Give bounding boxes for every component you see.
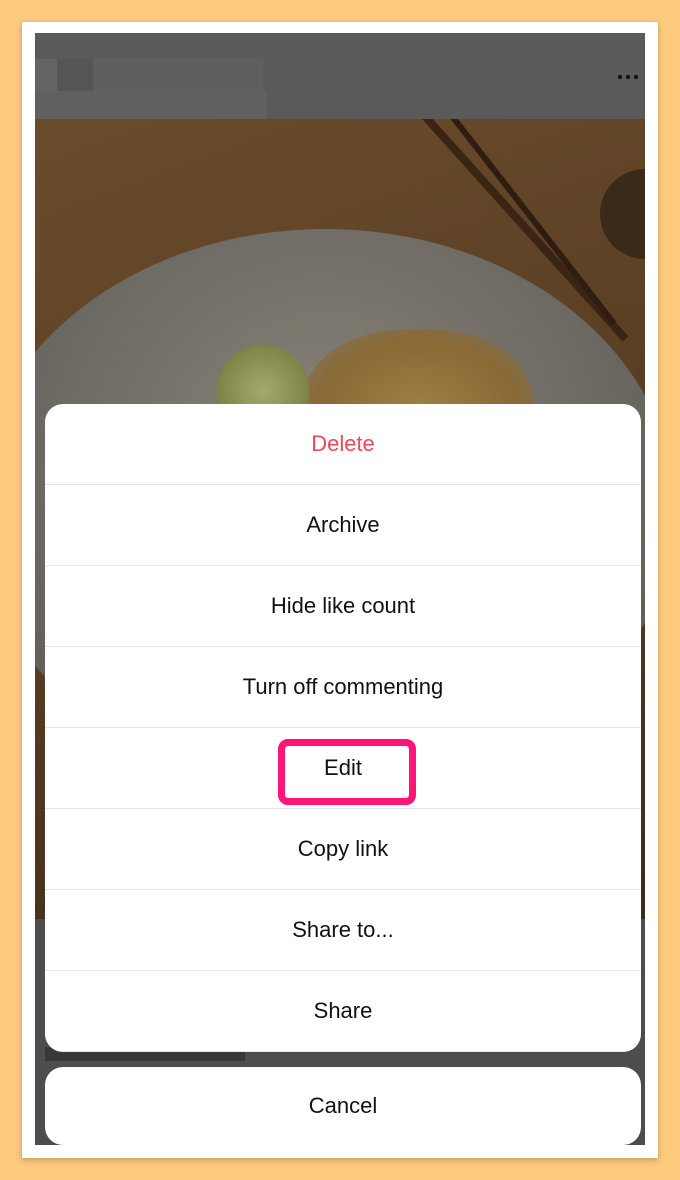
blurred-avatar-detail [57,59,93,91]
share-button[interactable]: Share [45,971,641,1052]
archive-button[interactable]: Archive [45,485,641,566]
more-horizontal-icon[interactable] [615,63,641,89]
action-sheet: Delete Archive Hide like count Turn off … [45,404,641,1052]
cancel-button[interactable]: Cancel [45,1067,641,1145]
blurred-subtitle [35,91,267,119]
share-to-button[interactable]: Share to... [45,890,641,971]
delete-button[interactable]: Delete [45,404,641,485]
copy-link-button[interactable]: Copy link [45,809,641,890]
hide-like-count-button[interactable]: Hide like count [45,566,641,647]
blurred-username [93,59,263,91]
turn-off-commenting-button[interactable]: Turn off commenting [45,647,641,728]
post-header [35,33,645,119]
edit-button[interactable]: Edit [45,728,641,809]
